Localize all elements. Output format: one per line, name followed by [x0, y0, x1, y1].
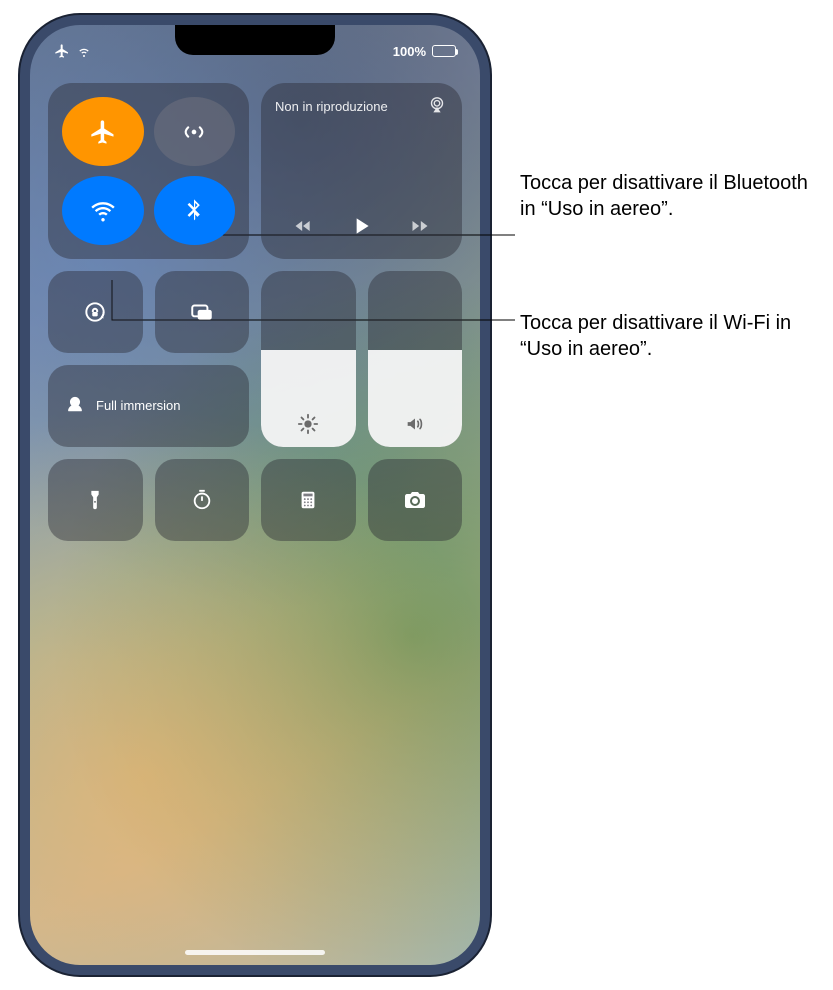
- brightness-icon: [297, 413, 319, 435]
- airplay-icon[interactable]: [426, 95, 448, 117]
- cellular-data-button[interactable]: [154, 97, 236, 166]
- wifi-button[interactable]: [62, 176, 144, 245]
- notch: [175, 25, 335, 55]
- callout-bluetooth: Tocca per disattivare il Bluetooth in “U…: [520, 170, 825, 222]
- callout-wifi: Tocca per disattivare il Wi-Fi in “Uso i…: [520, 310, 830, 362]
- connectivity-group: [48, 83, 249, 259]
- airplane-icon: [54, 43, 70, 59]
- media-next-icon[interactable]: [410, 216, 430, 236]
- focus-label: Full immersion: [96, 398, 181, 414]
- phone-screen: 100%: [30, 25, 480, 965]
- focus-button[interactable]: Full immersion: [48, 365, 249, 447]
- focus-icon: [64, 395, 86, 417]
- media-prev-icon[interactable]: [293, 216, 313, 236]
- screen-mirroring-button[interactable]: [155, 271, 250, 353]
- phone-frame: 100%: [20, 15, 490, 975]
- control-center: Non in riproduzione: [48, 83, 462, 541]
- flashlight-button[interactable]: [48, 459, 143, 541]
- home-indicator[interactable]: [185, 950, 325, 955]
- brightness-slider[interactable]: [261, 271, 356, 447]
- timer-button[interactable]: [155, 459, 250, 541]
- calculator-button[interactable]: [261, 459, 356, 541]
- airplane-mode-button[interactable]: [62, 97, 144, 166]
- media-play-icon[interactable]: [348, 213, 374, 239]
- bluetooth-button[interactable]: [154, 176, 236, 245]
- orientation-lock-button[interactable]: [48, 271, 143, 353]
- camera-button[interactable]: [368, 459, 463, 541]
- media-title: Non in riproduzione: [275, 99, 388, 114]
- media-playback-group[interactable]: Non in riproduzione: [261, 83, 462, 259]
- volume-slider[interactable]: [368, 271, 463, 447]
- status-left: [54, 43, 92, 59]
- volume-icon: [404, 413, 426, 435]
- status-right: 100%: [393, 44, 456, 59]
- battery-icon: [432, 45, 456, 57]
- battery-percentage: 100%: [393, 44, 426, 59]
- wifi-icon: [76, 43, 92, 59]
